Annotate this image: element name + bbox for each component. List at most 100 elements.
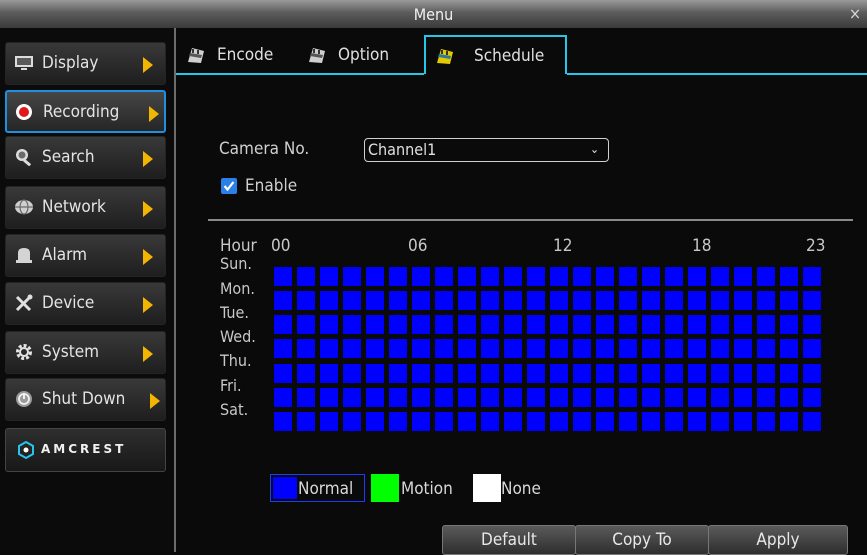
schedule-cell[interactable] — [389, 291, 407, 310]
schedule-cell[interactable] — [297, 267, 315, 286]
schedule-cell[interactable] — [757, 412, 775, 431]
schedule-cell[interactable] — [481, 364, 499, 383]
schedule-cell[interactable] — [550, 412, 568, 431]
schedule-cell[interactable] — [297, 339, 315, 358]
schedule-cell[interactable] — [504, 412, 522, 431]
sidebar-item-shut-down[interactable]: Shut Down — [5, 378, 166, 421]
schedule-cell[interactable] — [527, 291, 545, 310]
schedule-cell[interactable] — [481, 267, 499, 286]
schedule-cell[interactable] — [297, 291, 315, 310]
schedule-cell[interactable] — [596, 291, 614, 310]
sidebar-item-system[interactable]: System — [5, 331, 166, 374]
schedule-cell[interactable] — [481, 291, 499, 310]
tab-option[interactable]: Option — [298, 36, 423, 73]
schedule-cell[interactable] — [642, 339, 660, 358]
schedule-cell[interactable] — [803, 267, 821, 286]
schedule-cell[interactable] — [757, 315, 775, 334]
schedule-cell[interactable] — [734, 364, 752, 383]
schedule-cell[interactable] — [366, 291, 384, 310]
schedule-cell[interactable] — [711, 291, 729, 310]
schedule-cell[interactable] — [343, 412, 361, 431]
schedule-cell[interactable] — [458, 315, 476, 334]
schedule-cell[interactable] — [688, 412, 706, 431]
schedule-cell[interactable] — [596, 315, 614, 334]
schedule-cell[interactable] — [458, 291, 476, 310]
schedule-cell[interactable] — [734, 315, 752, 334]
schedule-cell[interactable] — [343, 315, 361, 334]
schedule-cell[interactable] — [412, 364, 430, 383]
schedule-cell[interactable] — [619, 364, 637, 383]
schedule-cell[interactable] — [573, 339, 591, 358]
schedule-cell[interactable] — [297, 388, 315, 407]
schedule-cell[interactable] — [665, 364, 683, 383]
schedule-cell[interactable] — [596, 412, 614, 431]
schedule-cell[interactable] — [274, 315, 292, 334]
schedule-cell[interactable] — [550, 388, 568, 407]
schedule-cell[interactable] — [665, 412, 683, 431]
schedule-cell[interactable] — [665, 315, 683, 334]
schedule-cell[interactable] — [596, 339, 614, 358]
schedule-cell[interactable] — [435, 291, 453, 310]
schedule-cell[interactable] — [527, 388, 545, 407]
schedule-cell[interactable] — [573, 364, 591, 383]
schedule-cell[interactable] — [573, 267, 591, 286]
sidebar-item-network[interactable]: Network — [5, 186, 166, 229]
schedule-cell[interactable] — [320, 267, 338, 286]
schedule-cell[interactable] — [343, 267, 361, 286]
schedule-cell[interactable] — [711, 339, 729, 358]
schedule-cell[interactable] — [780, 267, 798, 286]
schedule-cell[interactable] — [642, 364, 660, 383]
schedule-cell[interactable] — [573, 315, 591, 334]
schedule-cell[interactable] — [596, 267, 614, 286]
camera-select[interactable]: Channel1 ⌄ — [364, 138, 609, 162]
schedule-cell[interactable] — [458, 339, 476, 358]
schedule-cell[interactable] — [573, 291, 591, 310]
schedule-cell[interactable] — [550, 364, 568, 383]
schedule-cell[interactable] — [412, 267, 430, 286]
schedule-cell[interactable] — [642, 267, 660, 286]
default-button[interactable]: Default — [442, 525, 576, 555]
schedule-cell[interactable] — [366, 339, 384, 358]
schedule-cell[interactable] — [619, 412, 637, 431]
schedule-cell[interactable] — [596, 388, 614, 407]
schedule-cell[interactable] — [527, 412, 545, 431]
schedule-cell[interactable] — [711, 364, 729, 383]
schedule-cell[interactable] — [711, 412, 729, 431]
schedule-cell[interactable] — [504, 364, 522, 383]
schedule-cell[interactable] — [320, 412, 338, 431]
schedule-cell[interactable] — [366, 388, 384, 407]
schedule-cell[interactable] — [803, 291, 821, 310]
schedule-cell[interactable] — [688, 339, 706, 358]
schedule-cell[interactable] — [366, 364, 384, 383]
schedule-cell[interactable] — [527, 267, 545, 286]
schedule-cell[interactable] — [757, 364, 775, 383]
tab-schedule[interactable]: Schedule — [424, 35, 567, 74]
schedule-cell[interactable] — [780, 339, 798, 358]
schedule-cell[interactable] — [757, 291, 775, 310]
schedule-cell[interactable] — [389, 388, 407, 407]
schedule-cell[interactable] — [734, 267, 752, 286]
schedule-cell[interactable] — [412, 388, 430, 407]
schedule-cell[interactable] — [274, 267, 292, 286]
close-icon[interactable]: × — [849, 4, 861, 23]
schedule-cell[interactable] — [412, 315, 430, 334]
sidebar-item-alarm[interactable]: Alarm — [5, 234, 166, 277]
schedule-cell[interactable] — [757, 388, 775, 407]
schedule-cell[interactable] — [734, 291, 752, 310]
schedule-cell[interactable] — [274, 339, 292, 358]
schedule-cell[interactable] — [412, 339, 430, 358]
schedule-cell[interactable] — [481, 339, 499, 358]
schedule-cell[interactable] — [412, 291, 430, 310]
schedule-cell[interactable] — [274, 412, 292, 431]
schedule-cell[interactable] — [780, 388, 798, 407]
apply-button[interactable]: Apply — [708, 525, 848, 555]
schedule-cell[interactable] — [389, 412, 407, 431]
schedule-cell[interactable] — [366, 267, 384, 286]
schedule-cell[interactable] — [711, 315, 729, 334]
schedule-cell[interactable] — [688, 291, 706, 310]
copy-to-button[interactable]: Copy To — [575, 525, 709, 555]
schedule-cell[interactable] — [435, 364, 453, 383]
legend-motion-swatch[interactable] — [371, 474, 399, 502]
schedule-cell[interactable] — [343, 388, 361, 407]
schedule-cell[interactable] — [619, 267, 637, 286]
